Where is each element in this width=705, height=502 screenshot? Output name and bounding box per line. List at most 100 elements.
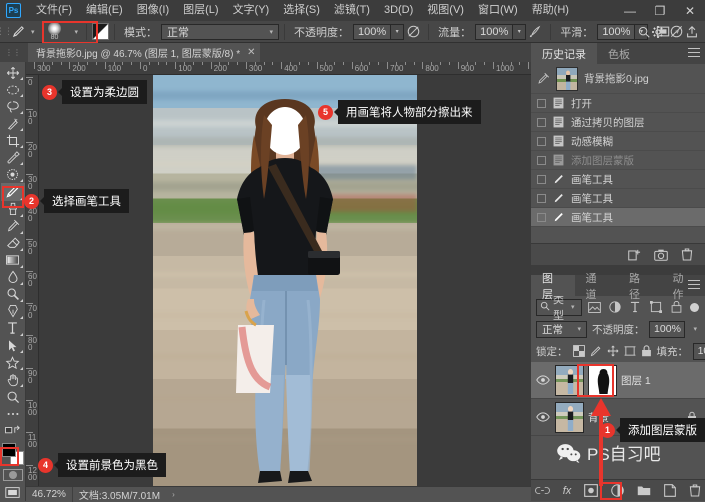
options-bar-grip[interactable]: ⋮⋮ bbox=[0, 21, 8, 43]
arrange-documents-icon[interactable] bbox=[653, 22, 672, 41]
tab-channels[interactable]: 通道 bbox=[575, 275, 619, 296]
opacity-chevron-down-icon[interactable]: ▾ bbox=[391, 24, 404, 40]
layer-visibility-eye-icon[interactable] bbox=[534, 375, 551, 385]
layer-visibility-eye-icon[interactable] bbox=[534, 412, 551, 422]
tool-move-tool[interactable] bbox=[1, 64, 25, 81]
menu-edit[interactable]: 编辑(E) bbox=[79, 0, 130, 21]
create-snapshot-icon[interactable] bbox=[654, 249, 668, 261]
menu-help[interactable]: 帮助(H) bbox=[525, 0, 576, 21]
menu-image[interactable]: 图像(I) bbox=[130, 0, 176, 21]
tool-type-tool[interactable] bbox=[1, 320, 25, 337]
tool-screen-mode-icon[interactable] bbox=[1, 422, 25, 439]
history-item[interactable]: 打开 bbox=[531, 94, 705, 113]
smoothing-input[interactable]: 100% bbox=[597, 24, 635, 40]
layer-thumbnail[interactable] bbox=[555, 365, 584, 396]
blend-mode-select[interactable]: 正常 ▾ bbox=[161, 24, 279, 40]
foreground-color-chip[interactable] bbox=[2, 443, 16, 457]
tool-brush-tool[interactable] bbox=[1, 183, 25, 200]
filter-adjustment-layers-icon[interactable] bbox=[607, 299, 623, 316]
horizontal-ruler[interactable]: 3002001000100200300400500600700800900100… bbox=[26, 62, 531, 75]
tool-hand-tool[interactable] bbox=[1, 371, 25, 388]
layer-thumbnail[interactable] bbox=[555, 402, 584, 433]
history-item[interactable]: 添加图层蒙版 bbox=[531, 151, 705, 170]
layer-blend-mode-select[interactable]: 正常 ▾ bbox=[536, 321, 587, 338]
menu-type[interactable]: 文字(Y) bbox=[226, 0, 277, 21]
menu-window[interactable]: 窗口(W) bbox=[471, 0, 525, 21]
history-brush-source-icon[interactable] bbox=[537, 72, 550, 85]
tab-close-icon[interactable]: ✕ bbox=[247, 47, 255, 58]
history-snapshot-checkbox[interactable] bbox=[537, 118, 546, 127]
pressure-opacity-toggle-icon[interactable] bbox=[404, 22, 423, 41]
tool-edit-toolbar-icon[interactable] bbox=[1, 405, 25, 422]
layer-row-layer-1[interactable]: 图层 1 bbox=[531, 362, 705, 399]
menu-file[interactable]: 文件(F) bbox=[29, 0, 79, 21]
new-layer-icon[interactable] bbox=[664, 484, 676, 497]
history-snapshot-checkbox[interactable] bbox=[537, 137, 546, 146]
menu-view[interactable]: 视图(V) bbox=[420, 0, 471, 21]
history-snapshot-row[interactable]: 背景拖影0.jpg bbox=[531, 64, 705, 94]
tab-bar-grip[interactable]: ⋮⋮ bbox=[0, 43, 26, 62]
tool-elliptical-marquee-tool[interactable] bbox=[1, 81, 25, 98]
tool-dodge-tool[interactable] bbox=[1, 286, 25, 303]
history-snapshot-checkbox[interactable] bbox=[537, 175, 546, 184]
tool-eyedropper-tool[interactable] bbox=[1, 149, 25, 166]
opacity-input[interactable]: 100% bbox=[353, 24, 391, 40]
lock-position-icon[interactable] bbox=[607, 344, 619, 359]
arrange-chevron-down-icon[interactable]: ▾ bbox=[672, 28, 682, 36]
lock-image-pixels-icon[interactable] bbox=[590, 344, 602, 359]
menu-filter[interactable]: 滤镜(T) bbox=[327, 0, 377, 21]
tool-pen-tool[interactable] bbox=[1, 303, 25, 320]
history-item[interactable]: 动感模糊 bbox=[531, 132, 705, 151]
tab-swatches[interactable]: 色板 bbox=[597, 43, 641, 64]
menu-select[interactable]: 选择(S) bbox=[276, 0, 327, 21]
brush-settings-panel-icon[interactable] bbox=[92, 23, 109, 40]
share-icon[interactable] bbox=[682, 22, 701, 41]
tool-lasso-tool[interactable] bbox=[1, 98, 25, 115]
brush-preset-chevron-down-icon[interactable]: ▾ bbox=[72, 28, 82, 36]
vertical-ruler[interactable]: 0100200300400500600700800900100011001200 bbox=[26, 75, 39, 486]
delete-state-trash-icon[interactable] bbox=[681, 248, 693, 261]
airbrush-icon[interactable] bbox=[526, 22, 545, 41]
tool-custom-shape-tool[interactable] bbox=[1, 354, 25, 371]
flow-input[interactable]: 100% bbox=[475, 24, 513, 40]
tool-quick-selection-tool[interactable] bbox=[1, 115, 25, 132]
document-tab[interactable]: 背景拖影0.jpg @ 46.7% (图层 1, 图层蒙版/8) * ✕ bbox=[28, 43, 260, 62]
restore-icon[interactable]: ❐ bbox=[645, 0, 675, 21]
menu-layer[interactable]: 图层(L) bbox=[176, 0, 225, 21]
zoom-level[interactable]: 46.72% bbox=[26, 489, 72, 500]
quick-mask-button[interactable] bbox=[3, 469, 23, 481]
tab-layers[interactable]: 图层 bbox=[531, 275, 575, 296]
layer-opacity-input[interactable]: 100% bbox=[649, 321, 685, 338]
link-layers-icon[interactable] bbox=[535, 486, 550, 495]
menu-3d[interactable]: 3D(D) bbox=[377, 0, 420, 21]
tool-blur-tool[interactable] bbox=[1, 269, 25, 286]
tool-path-selection-tool[interactable] bbox=[1, 337, 25, 354]
brush-tool-chevron-down-icon[interactable]: ▾ bbox=[28, 28, 38, 36]
canvas-area[interactable] bbox=[39, 75, 531, 486]
tab-paths[interactable]: 路径 bbox=[618, 275, 662, 296]
lock-all-icon[interactable] bbox=[641, 344, 652, 359]
tool-spot-healing-brush-tool[interactable] bbox=[1, 166, 25, 183]
history-item[interactable]: 画笔工具 bbox=[531, 189, 705, 208]
tool-gradient-tool[interactable] bbox=[1, 252, 25, 269]
tab-history[interactable]: 历史记录 bbox=[531, 43, 597, 64]
layers-panel-menu-icon[interactable] bbox=[688, 280, 700, 292]
layer-name[interactable]: 图层 1 bbox=[621, 373, 651, 388]
history-panel-menu-icon[interactable] bbox=[688, 48, 700, 60]
screen-mode-button[interactable] bbox=[1, 484, 25, 501]
minimize-icon[interactable]: — bbox=[615, 0, 645, 21]
close-icon[interactable]: ✕ bbox=[675, 0, 705, 21]
tool-eraser-tool[interactable] bbox=[1, 235, 25, 252]
delete-layer-trash-icon[interactable] bbox=[689, 484, 701, 497]
history-snapshot-checkbox[interactable] bbox=[537, 194, 546, 203]
search-icon[interactable] bbox=[634, 22, 653, 41]
lock-transparent-pixels-icon[interactable] bbox=[573, 344, 585, 359]
layer-fill-input[interactable]: 100% bbox=[693, 343, 705, 360]
layer-opacity-chevron-down-icon[interactable]: ▾ bbox=[690, 325, 700, 333]
brush-preset-picker[interactable]: 80 bbox=[38, 22, 72, 42]
history-snapshot-checkbox[interactable] bbox=[537, 156, 546, 165]
tool-crop-tool[interactable] bbox=[1, 132, 25, 149]
document-image[interactable] bbox=[153, 75, 417, 486]
history-snapshot-checkbox[interactable] bbox=[537, 213, 546, 222]
create-document-from-state-icon[interactable] bbox=[628, 248, 641, 261]
